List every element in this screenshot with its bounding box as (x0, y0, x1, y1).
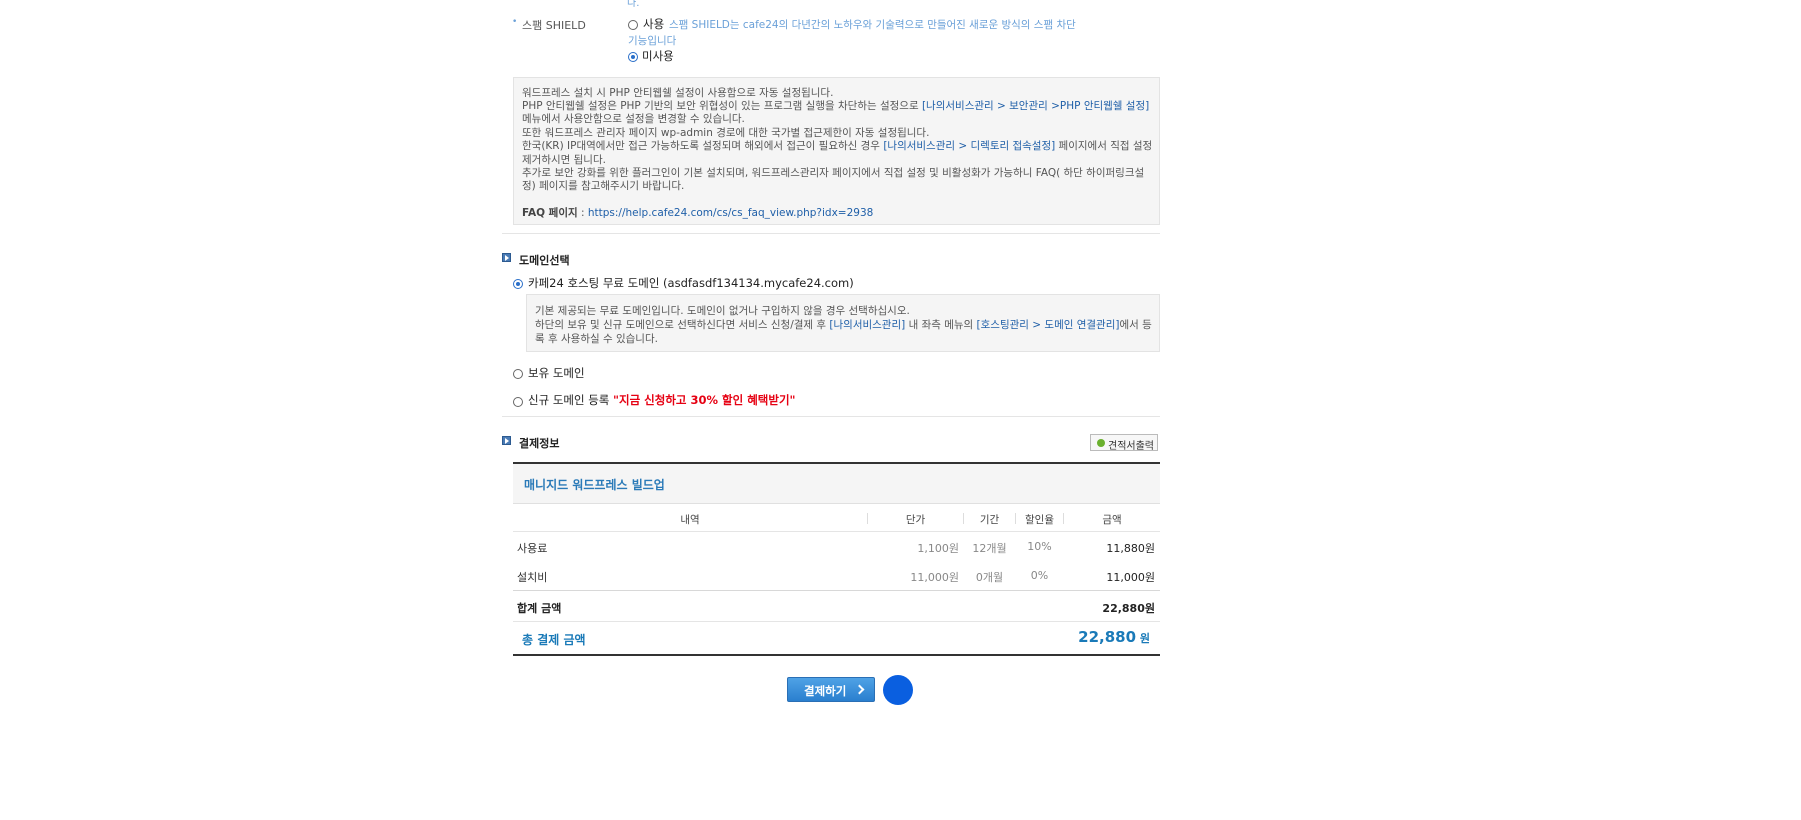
chevron-right-icon (854, 684, 865, 695)
free-note-line2-mid: 내 좌측 메뉴의 (905, 319, 977, 331)
row-usage-period: 12개월 (972, 542, 1007, 555)
domain-owned-radio[interactable] (513, 369, 523, 379)
free-note-line1: 기본 제공되는 무료 도메인입니다. 도메인이 없거나 구입하지 않을 경우 선… (535, 305, 910, 317)
total-unit: 원 (1139, 632, 1150, 645)
directory-access-link[interactable]: [나의서비스관리 > 디렉토리 접속설정] (883, 140, 1055, 152)
green-circle-icon (1097, 439, 1105, 447)
spam-nouse-radio[interactable] (628, 52, 638, 62)
blue-circle-indicator[interactable] (883, 675, 913, 705)
notice-line5-text: 한국(KR) IP대역에서만 접근 가능하도록 설정되며 해외에서 접근이 필요… (522, 140, 884, 152)
domain-section-title: 도메인선택 (519, 254, 570, 267)
row-usage-discount: 10% (1027, 540, 1052, 553)
row-usage-amount: 11,880원 (1106, 542, 1155, 555)
row-setup-item: 설치비 (517, 571, 548, 584)
spam-nouse-label[interactable]: 미사용 (642, 48, 674, 64)
payment-table-bottom-border (513, 654, 1160, 656)
estimate-print-button[interactable]: 견적서출력 (1090, 434, 1158, 452)
wp-security-notice: 워드프레스 설치 시 PHP 안티웹쉘 설정이 사용함으로 자동 설정됩니다. … (513, 77, 1160, 225)
payment-section-arrow-icon (502, 436, 511, 445)
notice-line5-post: 페이지에서 직접 설정 (1055, 140, 1153, 152)
header-row-divider (513, 531, 1160, 532)
row-setup-unit-price: 11,000원 (910, 571, 959, 584)
domain-section-arrow-icon (502, 253, 511, 262)
pay-button[interactable]: 결제하기 (787, 677, 875, 702)
free-domain-note: 기본 제공되는 무료 도메인입니다. 도메인이 없거나 구입하지 않을 경우 선… (526, 294, 1160, 352)
row-usage-unit-price: 1,100원 (917, 542, 959, 555)
product-title: 매니지드 워드프레스 빌드업 (524, 478, 665, 492)
total-label: 총 결제 금액 (522, 633, 586, 647)
pay-button-label: 결제하기 (804, 684, 847, 698)
estimate-print-label: 견적서출력 (1108, 441, 1154, 452)
spam-desc-line2: 기능입니다 (628, 35, 677, 47)
total-amount: 22,880 원 (1040, 628, 1150, 646)
notice-line8: 정) 페이지를 참고해주시기 바랍니다. (522, 180, 685, 192)
domain-free-label[interactable]: 카페24 호스팅 무료 도메인 (asdfasdf134134.mycafe24… (528, 275, 854, 291)
domain-free-radio[interactable] (513, 279, 523, 289)
sum-value: 22,880원 (1102, 602, 1155, 615)
faq-row: FAQ 페이지 : https://help.cafe24.com/cs/cs_… (522, 205, 873, 220)
faq-label: FAQ 페이지 (522, 207, 578, 219)
free-note-line3: 록 후 사용하실 수 있습니다. (535, 333, 658, 345)
free-note-line2: 하단의 보유 및 신규 도메인으로 선택하신다면 서비스 신청/결제 후 [나의… (535, 317, 1152, 332)
domain-new-label: 신규 도메인 등록 (528, 393, 610, 407)
row-setup-discount: 0% (1030, 569, 1049, 582)
domain-new-radio[interactable] (513, 397, 523, 407)
payment-section-title: 결제정보 (519, 437, 560, 450)
php-antiwebshell-link[interactable]: [나의서비스관리 > 보안관리 >PHP 안티웹쉘 설정] (922, 100, 1149, 112)
my-service-link[interactable]: [나의서비스관리] (829, 319, 905, 331)
product-header: 매니지드 워드프레스 빌드업 (513, 464, 1160, 504)
domain-connect-link[interactable]: [호스팅관리 > 도메인 연결관리] (977, 319, 1120, 331)
notice-line5: 한국(KR) IP대역에서만 접근 가능하도록 설정되며 해외에서 접근이 필요… (522, 138, 1152, 153)
faq-link[interactable]: https://help.cafe24.com/cs/cs_faq_view.p… (588, 207, 873, 219)
notice-line3: 메뉴에서 사용안함으로 설정을 변경할 수 있습니다. (522, 113, 745, 125)
free-note-line2-text: 하단의 보유 및 신규 도메인으로 선택하신다면 서비스 신청/결제 후 (535, 319, 830, 331)
total-value: 22,880 (1078, 628, 1137, 646)
row-setup-amount: 11,000원 (1106, 571, 1155, 584)
sum-label: 합계 금액 (517, 602, 562, 615)
section-divider (502, 233, 1160, 234)
col-header-item: 내역 (680, 514, 700, 526)
domain-promo-text: "지금 신청하고 30% 할인 혜택받기" (613, 393, 796, 407)
spam-bullet: • (512, 17, 518, 27)
col-header-discount: 할인율 (1025, 514, 1054, 526)
col-header-period: 기간 (979, 514, 1000, 526)
spam-shield-label: 스팸 SHIELD (522, 19, 586, 32)
domain-owned-label[interactable]: 보유 도메인 (528, 365, 585, 381)
free-note-line2-post: 에서 등 (1119, 319, 1152, 331)
row-usage-item: 사용료 (517, 542, 548, 555)
spam-use-description: 스팸 SHIELD는 cafe24의 다년간의 노하우와 기술력으로 만들어진 … (628, 17, 1078, 48)
domain-new-option[interactable]: 신규 도메인 등록 "지금 신청하고 30% 할인 혜택받기" (528, 392, 796, 408)
total-divider (513, 621, 1160, 622)
faq-separator: : (577, 207, 588, 219)
spam-desc-line1: 스팸 SHIELD는 cafe24의 다년간의 노하우와 기술력으로 만들어진 … (669, 19, 1076, 31)
section-divider (502, 416, 1160, 417)
col-header-amount: 금액 (1102, 514, 1122, 526)
spam-top-fragment: 다. (627, 0, 640, 9)
sum-divider (513, 590, 1160, 591)
row-setup-period: 0개월 (975, 571, 1004, 584)
col-header-unit-price: 단가 (905, 514, 926, 526)
